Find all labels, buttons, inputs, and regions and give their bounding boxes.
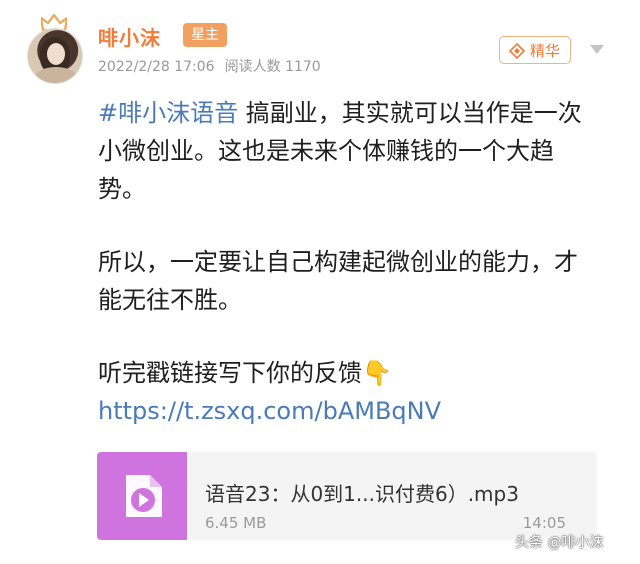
post-card: 啡小沫 星主 2022/2/28 17:06 阅读人数 1170 精华 #啡小沫语… — [0, 0, 640, 564]
post-paragraph-1: #啡小沫语音 搞副业，其实就可以当作是一次小微创业。这也是未来个体赚钱的一个大趋… — [98, 94, 598, 208]
post-paragraph-3: 听完戳链接写下你的反馈👇 — [98, 359, 392, 387]
hashtag-link[interactable]: #啡小沫语音 — [98, 99, 238, 127]
post-paragraph-2: 所以，一定要让自己构建起微创业的能力，才能无往不胜。 — [98, 248, 578, 314]
read-count: 阅读人数 1170 — [224, 59, 321, 75]
post-link[interactable]: https://t.zsxq.com/bAMBqNV — [98, 392, 441, 430]
attachment-duration: 14:05 — [522, 514, 566, 532]
watermark: 头条 @啡小沫 — [515, 535, 604, 551]
post-meta: 2022/2/28 17:06 阅读人数 1170 — [98, 56, 321, 76]
avatar[interactable] — [27, 28, 83, 84]
owner-badge: 星主 — [183, 23, 227, 47]
attachment-filename: 语音23：从0到1...识付费6）.mp3 — [205, 482, 519, 506]
play-icon — [126, 475, 162, 517]
author-name[interactable]: 啡小沫 — [98, 22, 161, 51]
audio-attachment[interactable]: 语音23：从0到1...识付费6）.mp3 6.45 MB 14:05 — [97, 452, 597, 540]
attachment-thumbnail — [97, 452, 187, 540]
author-avatar-area[interactable] — [27, 14, 83, 84]
attachment-size: 6.45 MB — [205, 514, 267, 532]
featured-label: 精华 — [530, 42, 561, 60]
post-datetime: 2022/2/28 17:06 — [98, 59, 215, 75]
featured-badge[interactable]: 精华 — [499, 36, 571, 64]
diamond-icon — [509, 43, 525, 59]
chevron-down-icon[interactable] — [589, 43, 605, 55]
